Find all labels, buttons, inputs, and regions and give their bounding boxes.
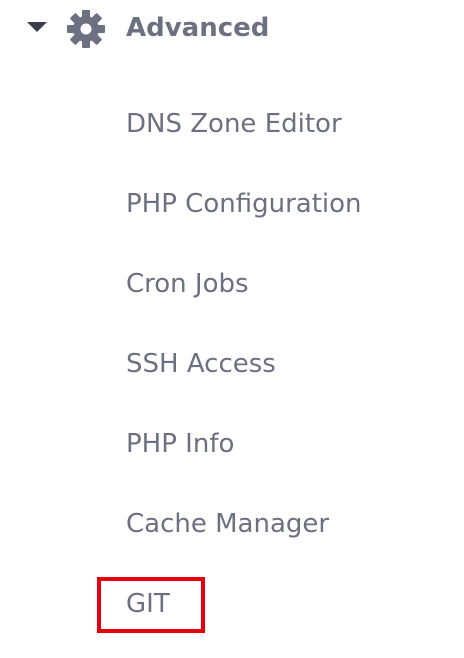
menu-item-php-configuration[interactable]: PHP Configuration (126, 187, 362, 221)
menu-item-dns-zone-editor[interactable]: DNS Zone Editor (126, 107, 342, 141)
menu-item-git[interactable]: GIT (126, 587, 170, 621)
advanced-section-header[interactable]: Advanced (0, 0, 464, 58)
section-title-advanced[interactable]: Advanced (126, 11, 269, 45)
gear-icon (67, 10, 105, 48)
menu-item-cache-manager[interactable]: Cache Manager (126, 507, 329, 541)
menu-item-php-info[interactable]: PHP Info (126, 427, 234, 461)
menu-item-ssh-access[interactable]: SSH Access (126, 347, 276, 381)
caret-down-icon[interactable] (27, 22, 47, 32)
menu-item-cron-jobs[interactable]: Cron Jobs (126, 267, 249, 301)
